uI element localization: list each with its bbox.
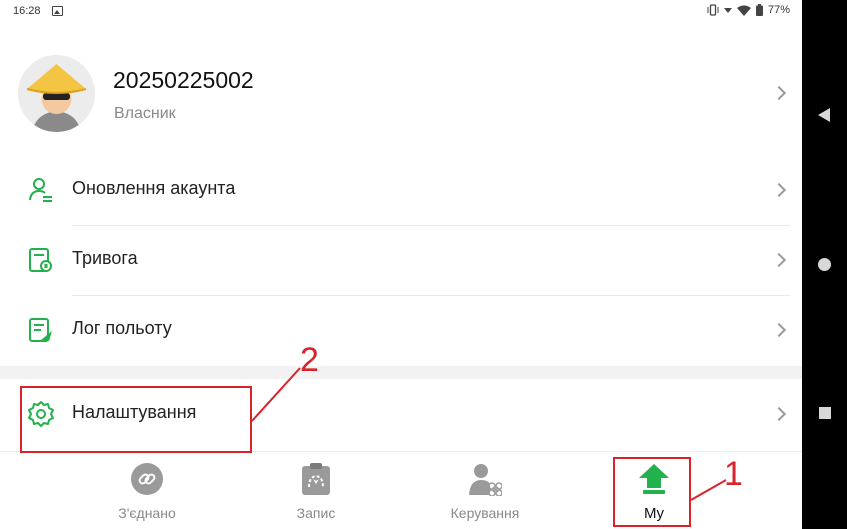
flight-log-icon [29, 318, 52, 342]
vibrate-icon [707, 4, 719, 16]
avatar-icon [18, 55, 95, 132]
menu-item-label: Оновлення акаунта [72, 178, 236, 198]
chevron-right-icon [771, 182, 787, 198]
avatar [18, 55, 95, 132]
tab-label: З'єднано [118, 505, 176, 521]
status-time: 16:28 [13, 5, 41, 17]
profile-header[interactable]: 20250225002 Власник [0, 24, 802, 163]
chevron-right-icon [771, 406, 787, 422]
system-nav-bar [802, 0, 847, 529]
menu-item-label: Лог польоту [72, 318, 172, 338]
link-icon [131, 463, 163, 495]
chevron-right-icon [771, 252, 787, 268]
battery-icon [755, 4, 763, 16]
tab-record[interactable]: Запис [251, 452, 381, 529]
tab-connected[interactable]: З'єднано [82, 452, 212, 529]
image-notification-icon [52, 6, 63, 16]
tab-control[interactable]: Керування [420, 452, 550, 529]
status-bar: 16:28 77% [0, 0, 802, 24]
chevron-right-icon [771, 322, 787, 338]
recent-apps-icon[interactable] [819, 407, 831, 419]
chevron-right-icon [771, 85, 787, 101]
menu-item-alarm[interactable]: Тривога [0, 226, 802, 296]
annotation-number-1: 1 [724, 455, 743, 493]
username: 20250225002 [113, 67, 254, 93]
home-circle-icon[interactable] [818, 258, 831, 271]
user-role: Власник [114, 105, 176, 122]
signal-icon [723, 8, 732, 13]
tab-label: Запис [296, 505, 336, 521]
menu-item-flight-log[interactable]: Лог польоту [0, 296, 802, 366]
record-clipboard-icon [302, 463, 330, 495]
annotation-box-my-tab [613, 457, 691, 527]
tab-label: Керування [450, 505, 520, 521]
menu-item-account-update[interactable]: Оновлення акаунта [0, 156, 802, 226]
menu-item-label: Тривога [72, 248, 138, 268]
wifi-icon [736, 5, 751, 16]
annotation-number-2: 2 [300, 341, 319, 379]
alarm-icon [29, 248, 52, 272]
section-separator [0, 366, 802, 379]
user-drone-icon [469, 464, 502, 496]
battery-percent: 77% [767, 4, 790, 16]
back-icon[interactable] [818, 108, 830, 122]
annotation-box-settings [20, 386, 252, 453]
account-update-icon [29, 178, 52, 202]
